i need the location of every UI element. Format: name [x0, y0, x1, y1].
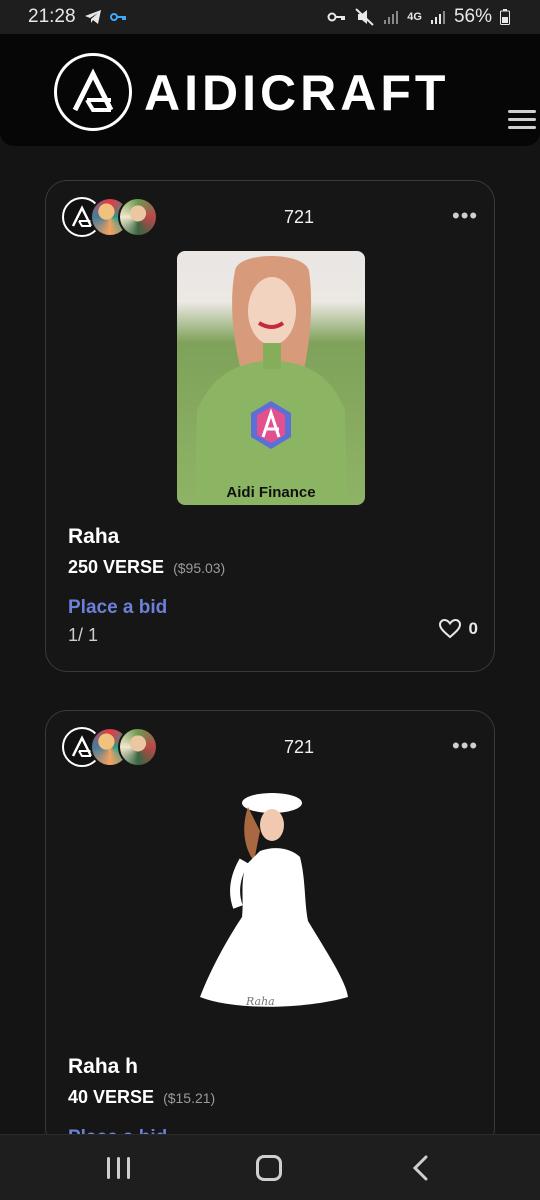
telegram-icon — [84, 10, 101, 24]
logo-icon — [72, 68, 114, 112]
menu-button[interactable] — [508, 110, 536, 132]
price-value: 40 VERSE — [68, 1087, 155, 1107]
mute-icon — [355, 8, 374, 26]
site-header: AIDICRAFT — [0, 34, 540, 146]
like-button[interactable]: 0 — [438, 619, 478, 639]
place-bid-button[interactable]: Place a bid — [68, 597, 167, 619]
android-nav-bar — [0, 1134, 540, 1200]
key-icon — [327, 12, 346, 22]
price-value: 250 VERSE — [68, 557, 165, 577]
item-count: 721 — [284, 737, 315, 757]
back-icon[interactable] — [410, 1155, 430, 1181]
like-count: 0 — [468, 619, 478, 638]
artwork-illustration: Raha — [200, 793, 348, 1008]
signal-icon — [430, 11, 445, 24]
owner-avatars[interactable] — [62, 727, 158, 767]
network-type: 4G — [407, 11, 422, 23]
more-icon[interactable]: ••• — [452, 733, 478, 759]
signal-icon — [384, 11, 399, 24]
owner-avatars[interactable] — [62, 197, 158, 237]
artwork-illustration: Aidi Finance — [195, 256, 347, 505]
battery-icon — [500, 9, 510, 25]
status-bar: 21:28 4G 56% — [0, 0, 540, 34]
art-signature: Raha — [245, 995, 275, 1008]
nft-price: 40 VERSE ($15.21) — [68, 1087, 215, 1108]
edition-count: 1/ 1 — [68, 625, 99, 645]
price-usd: ($95.03) — [173, 560, 226, 576]
recent-apps-icon[interactable] — [104, 1157, 134, 1179]
menu-icon — [508, 110, 536, 113]
price-usd: ($15.21) — [163, 1090, 216, 1106]
home-icon[interactable] — [256, 1155, 282, 1181]
more-icon[interactable]: ••• — [452, 203, 478, 229]
nft-name[interactable]: Raha h — [68, 1055, 138, 1079]
heart-icon — [438, 619, 461, 639]
status-time: 21:28 — [28, 6, 76, 27]
avatar[interactable] — [118, 197, 158, 237]
nft-artwork[interactable]: Aidi Finance — [177, 251, 365, 505]
battery-percent: 56% — [453, 6, 492, 27]
nft-card[interactable]: 721 ••• Aidi Finance Raha 250 VERSE ($95… — [45, 180, 495, 672]
key-icon — [109, 13, 126, 21]
nft-artwork[interactable]: Raha — [196, 791, 356, 1011]
avatar[interactable] — [118, 727, 158, 767]
art-caption: Aidi Finance — [226, 484, 315, 501]
item-count: 721 — [284, 207, 315, 227]
nft-name[interactable]: Raha — [68, 525, 119, 549]
nft-price: 250 VERSE ($95.03) — [68, 557, 225, 578]
logo[interactable] — [54, 53, 132, 131]
nft-card[interactable]: 721 ••• Raha Raha h 40 VERSE ($15.21) Pl… — [45, 710, 495, 1150]
brand-name: AIDICRAFT — [144, 65, 450, 121]
